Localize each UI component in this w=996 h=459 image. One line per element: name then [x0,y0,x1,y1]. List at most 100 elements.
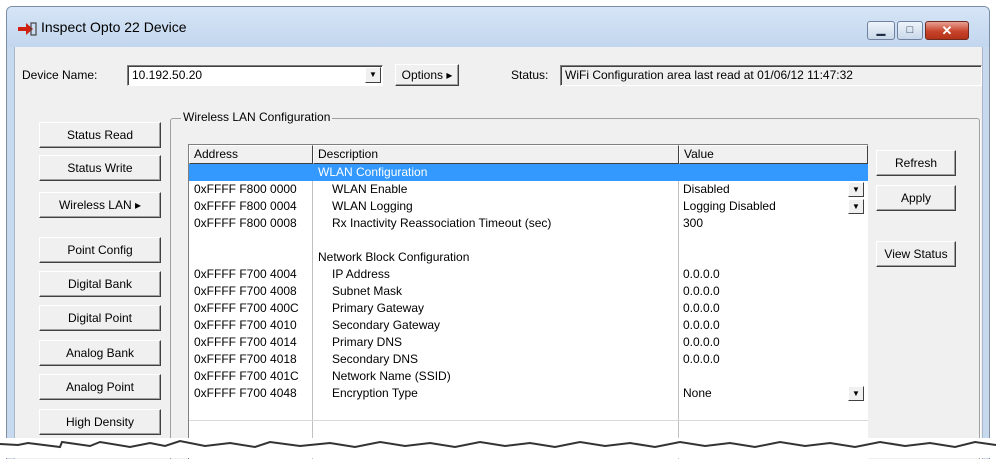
left-button-label: Analog Point [65,380,135,394]
table-row[interactable]: 0xFFFF F700 4004 IP Address 0.0.0.0 [189,266,868,283]
left-button[interactable]: Status Write [39,155,161,181]
address-cell: 0xFFFF F700 4018 [194,352,297,366]
value-cell[interactable]: Logging Disabled [683,198,843,215]
inspect-device-window: Inspect Opto 22 Device ▁ □ ✕ Device Name… [6,6,990,459]
column-header-address[interactable]: Address [189,145,313,164]
apply-button[interactable]: Apply [876,185,956,211]
close-button[interactable]: ✕ [925,21,969,40]
refresh-button[interactable]: Refresh [876,150,956,176]
left-button[interactable]: Analog Point [39,374,161,400]
value-cell[interactable] [683,249,843,266]
app-icon [18,22,37,36]
table-row[interactable]: Network Block Configuration [189,249,868,266]
value-cell[interactable]: 0.0.0.0 [683,266,843,283]
value-cell[interactable] [683,368,843,385]
address-cell: 0xFFFF F800 0000 [194,182,297,196]
device-name-label: Device Name: [22,68,98,82]
device-name-value: 10.192.50.20 [132,68,203,82]
address-cell: 0xFFFF F700 4008 [194,284,297,298]
client-area: Device Name: 10.192.50.20 ▼ Options ▸ St… [14,47,983,459]
description-cell: IP Address [332,267,390,281]
description-cell: Primary DNS [332,335,403,349]
torn-edge [0,438,996,458]
value-cell[interactable]: 0.0.0.0 [683,317,843,334]
table-row[interactable]: 0xFFFF F700 4008 Subnet Mask 0.0.0.0 [189,283,868,300]
description-cell: Secondary DNS [332,352,419,366]
address-cell: 0xFFFF F700 4010 [194,318,297,332]
address-cell [194,164,310,181]
left-button-label: Digital Bank [67,277,133,291]
view-status-button[interactable]: View Status [876,241,956,267]
address-cell [194,249,310,266]
address-cell: 0xFFFF F700 4048 [194,386,297,400]
left-button[interactable]: Wireless LAN ▸ [39,192,161,218]
value-cell[interactable]: None [683,385,843,402]
description-cell: Rx Inactivity Reassociation Timeout (sec… [332,216,552,230]
description-cell: WLAN Logging [332,199,413,213]
left-button-label: Status Read [66,128,134,142]
table-row[interactable]: 0xFFFF F700 400C Primary Gateway 0.0.0.0 [189,300,868,317]
apply-button-label: Apply [900,191,932,205]
value-cell[interactable]: 300 [683,215,843,232]
address-cell: 0xFFFF F800 0008 [194,216,297,230]
value-cell[interactable]: 0.0.0.0 [683,334,843,351]
table-row[interactable]: 0xFFFF F700 4010 Secondary Gateway 0.0.0.0 [189,317,868,334]
row-separator [189,420,868,421]
view-status-button-label: View Status [884,247,948,261]
value-cell[interactable]: 0.0.0.0 [683,351,843,368]
status-label: Status: [511,68,549,82]
value-cell[interactable] [683,164,843,181]
left-button-label: High Density [65,415,135,429]
description-cell: Secondary Gateway [332,318,441,332]
title-bar[interactable]: Inspect Opto 22 Device ▁ □ ✕ [7,7,989,47]
minimize-button[interactable]: ▁ [867,21,895,40]
left-button[interactable]: Digital Bank [39,271,161,297]
table-row[interactable]: 0xFFFF F800 0000 WLAN Enable Disabled ▼ [189,181,868,198]
options-button[interactable]: Options ▸ [395,64,459,86]
maximize-button[interactable]: □ [897,21,923,40]
address-cell: 0xFFFF F700 400C [194,301,299,315]
left-button-label: Digital Point [67,311,133,325]
chevron-down-icon[interactable]: ▼ [365,67,381,83]
table-row[interactable] [189,232,868,249]
window-title: Inspect Opto 22 Device [41,19,187,35]
column-header-description[interactable]: Description [313,145,679,164]
description-cell: WLAN Enable [332,182,408,196]
column-header-value[interactable]: Value [679,145,868,164]
description-cell [332,232,672,249]
address-cell: 0xFFFF F700 4014 [194,335,297,349]
description-cell: Primary Gateway [332,301,425,315]
left-button[interactable]: High Density [39,409,161,435]
table-row[interactable]: 0xFFFF F700 401C Network Name (SSID) [189,368,868,385]
device-name-combo[interactable]: 10.192.50.20 ▼ [127,65,383,86]
options-button-label: Options ▸ [401,68,453,82]
table-row[interactable]: WLAN Configuration [189,164,868,181]
description-cell: Subnet Mask [332,284,403,298]
table-row[interactable]: 0xFFFF F800 0008 Rx Inactivity Reassociat… [189,215,868,232]
config-table[interactable]: Address Description Value WLAN Configura… [188,144,868,459]
table-row[interactable]: 0xFFFF F800 0004 WLAN Logging Logging Disa… [189,198,868,215]
chevron-down-icon[interactable]: ▼ [848,386,864,401]
close-icon: ✕ [941,23,953,38]
left-button[interactable]: Digital Point [39,305,161,331]
value-cell[interactable]: 0.0.0.0 [683,300,843,317]
chevron-down-icon[interactable]: ▼ [848,199,864,214]
maximize-icon: □ [906,24,914,36]
table-row[interactable]: 0xFFFF F700 4014 Primary DNS 0.0.0.0 [189,334,868,351]
address-cell [194,232,310,249]
address-cell: 0xFFFF F800 0004 [194,199,297,213]
chevron-down-icon[interactable]: ▼ [848,182,864,197]
table-row[interactable]: 0xFFFF F700 4018 Secondary DNS 0.0.0.0 [189,351,868,368]
left-button-label: Status Write [67,161,133,175]
left-button[interactable]: Analog Bank [39,340,161,366]
left-button-label: Wireless LAN ▸ [58,198,142,212]
groupbox-caption: Wireless LAN Configuration [181,110,333,124]
value-cell[interactable]: 0.0.0.0 [683,283,843,300]
left-button[interactable]: Status Read [39,122,161,148]
left-button[interactable]: Point Config [39,237,161,263]
table-row[interactable]: 0xFFFF F700 4048 Encryption Type None ▼ [189,385,868,402]
description-cell: Encryption Type [332,386,418,400]
minimize-icon: ▁ [876,24,886,36]
value-cell[interactable]: Disabled [683,181,843,198]
value-cell[interactable] [683,232,843,249]
